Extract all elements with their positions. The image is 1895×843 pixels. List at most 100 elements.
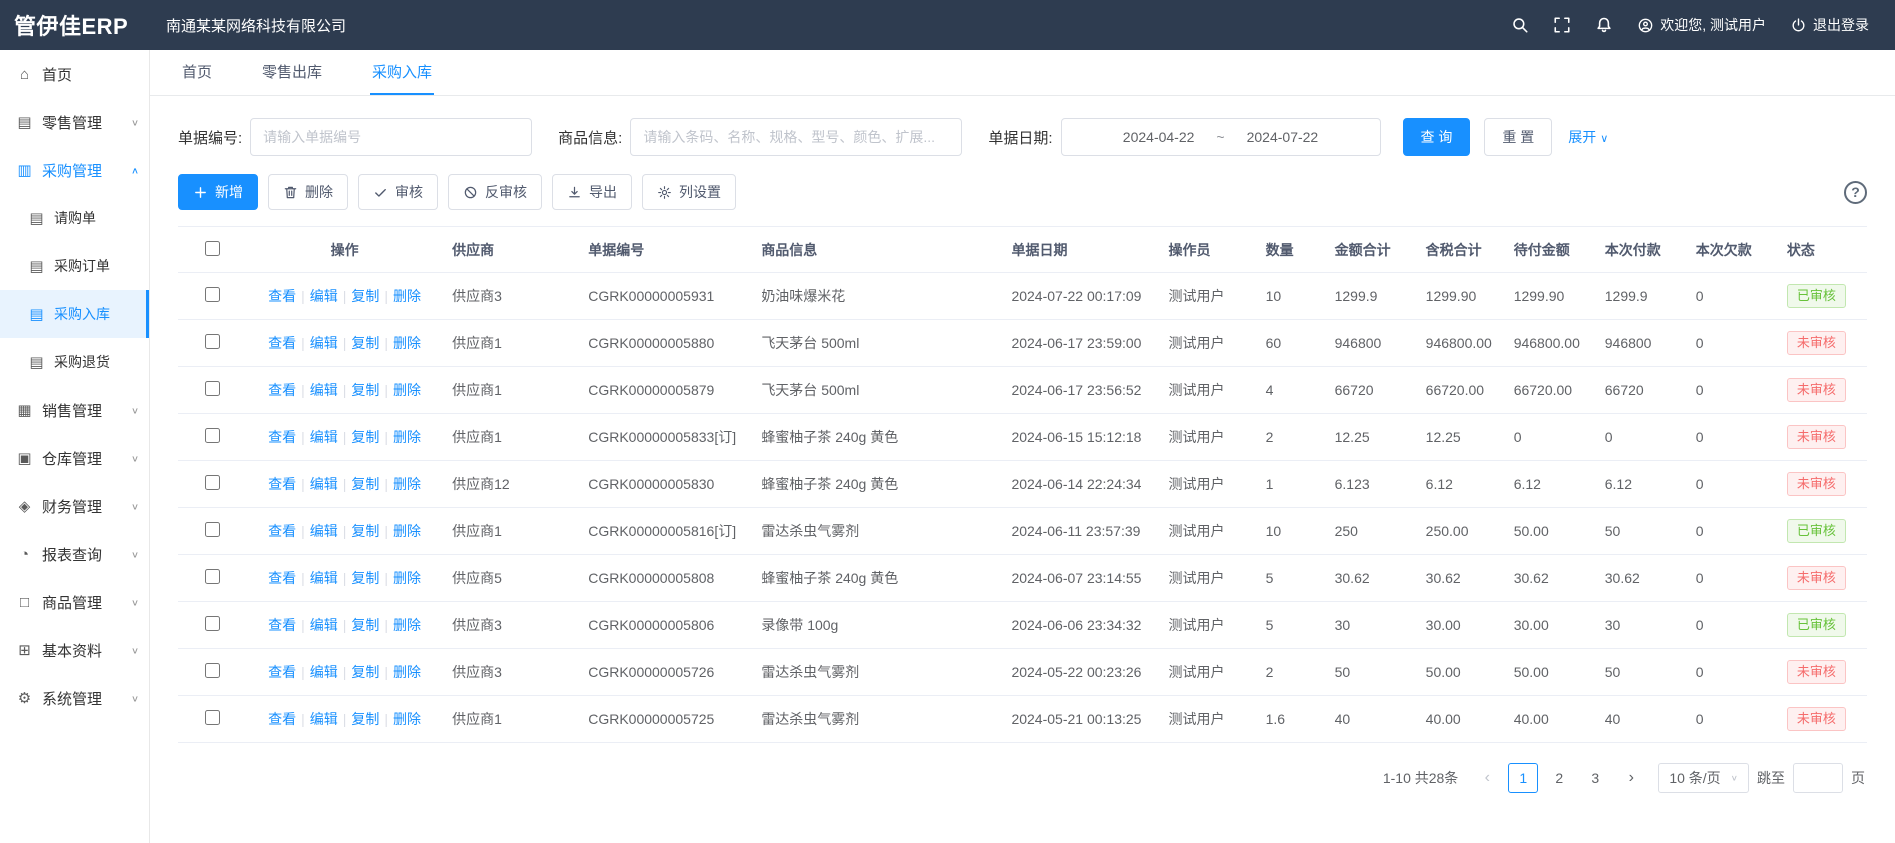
- row-action-复制[interactable]: 复制: [351, 711, 379, 727]
- search-icon[interactable]: [1511, 16, 1529, 34]
- row-action-查看[interactable]: 查看: [268, 523, 296, 539]
- page-size-select[interactable]: 10 条/页 ∨: [1658, 763, 1749, 793]
- next-page-button[interactable]: ›: [1618, 763, 1644, 793]
- row-action-编辑[interactable]: 编辑: [310, 429, 338, 445]
- date-start-value[interactable]: 2024-04-22: [1123, 129, 1195, 145]
- row-checkbox[interactable]: [205, 381, 220, 396]
- row-action-删除[interactable]: 删除: [393, 476, 421, 492]
- row-action-复制[interactable]: 复制: [351, 523, 379, 539]
- audit-button[interactable]: 审核: [358, 174, 438, 210]
- sidebar-item-基本资料[interactable]: ⊞基本资料∨: [0, 626, 149, 674]
- row-action-编辑[interactable]: 编辑: [310, 664, 338, 680]
- row-action-编辑[interactable]: 编辑: [310, 382, 338, 398]
- row-action-编辑[interactable]: 编辑: [310, 711, 338, 727]
- row-checkbox[interactable]: [205, 522, 220, 537]
- row-action-查看[interactable]: 查看: [268, 570, 296, 586]
- date-range-picker[interactable]: 2024-04-22 ~ 2024-07-22: [1061, 118, 1381, 156]
- sidebar-item-仓库管理[interactable]: ▣仓库管理∨: [0, 434, 149, 482]
- delete-label: 删除: [305, 182, 333, 202]
- sidebar-item-零售管理[interactable]: ▤零售管理∨: [0, 98, 149, 146]
- row-action-复制[interactable]: 复制: [351, 570, 379, 586]
- column-settings-button[interactable]: 列设置: [642, 174, 736, 210]
- sidebar-subitem-采购入库[interactable]: ▤采购入库: [0, 290, 149, 338]
- row-action-编辑[interactable]: 编辑: [310, 523, 338, 539]
- row-checkbox[interactable]: [205, 663, 220, 678]
- help-icon[interactable]: ?: [1844, 181, 1867, 204]
- row-action-删除[interactable]: 删除: [393, 288, 421, 304]
- row-action-查看[interactable]: 查看: [268, 664, 296, 680]
- sidebar-item-销售管理[interactable]: ▦销售管理∨: [0, 386, 149, 434]
- row-action-删除[interactable]: 删除: [393, 382, 421, 398]
- page-button-1[interactable]: 1: [1508, 763, 1538, 793]
- column-header-本次欠款: 本次欠款: [1686, 227, 1777, 273]
- row-action-复制[interactable]: 复制: [351, 382, 379, 398]
- page-button-3[interactable]: 3: [1580, 763, 1610, 793]
- logout-button[interactable]: 退出登录: [1790, 15, 1869, 35]
- unaudit-button[interactable]: 反审核: [448, 174, 542, 210]
- row-action-复制[interactable]: 复制: [351, 335, 379, 351]
- welcome-user[interactable]: 欢迎您, 测试用户: [1637, 15, 1766, 35]
- row-checkbox[interactable]: [205, 428, 220, 443]
- fullscreen-icon[interactable]: [1553, 16, 1571, 34]
- prev-page-button[interactable]: ‹: [1474, 763, 1500, 793]
- export-button[interactable]: 导出: [552, 174, 632, 210]
- cell-goods: 飞天茅台 500ml: [751, 367, 1001, 414]
- row-action-复制[interactable]: 复制: [351, 617, 379, 633]
- sidebar-item-采购管理[interactable]: ▥采购管理∧: [0, 146, 149, 194]
- row-checkbox[interactable]: [205, 475, 220, 490]
- row-checkbox[interactable]: [205, 710, 220, 725]
- row-action-复制[interactable]: 复制: [351, 429, 379, 445]
- row-action-编辑[interactable]: 编辑: [310, 288, 338, 304]
- bell-icon[interactable]: [1595, 16, 1613, 34]
- row-action-删除[interactable]: 删除: [393, 429, 421, 445]
- tab-采购入库[interactable]: 采购入库: [370, 50, 434, 95]
- sidebar-item-报表查询[interactable]: ◔报表查询∨: [0, 530, 149, 578]
- row-action-删除[interactable]: 删除: [393, 335, 421, 351]
- column-header-操作员: 操作员: [1159, 227, 1256, 273]
- reset-button[interactable]: 重 置: [1484, 118, 1552, 156]
- delete-button[interactable]: 删除: [268, 174, 348, 210]
- row-checkbox[interactable]: [205, 334, 220, 349]
- page-button-2[interactable]: 2: [1544, 763, 1574, 793]
- row-action-复制[interactable]: 复制: [351, 476, 379, 492]
- cell-bill_no: CGRK00000005808: [578, 555, 751, 602]
- bill-no-input[interactable]: [250, 118, 532, 156]
- jump-input[interactable]: [1793, 763, 1843, 793]
- row-action-查看[interactable]: 查看: [268, 429, 296, 445]
- row-checkbox[interactable]: [205, 287, 220, 302]
- date-end-value[interactable]: 2024-07-22: [1247, 129, 1319, 145]
- expand-link[interactable]: 展开 ∨: [1568, 127, 1608, 147]
- row-action-查看[interactable]: 查看: [268, 382, 296, 398]
- row-action-删除[interactable]: 删除: [393, 617, 421, 633]
- sidebar-subitem-请购单[interactable]: ▤请购单: [0, 194, 149, 242]
- row-action-编辑[interactable]: 编辑: [310, 335, 338, 351]
- row-action-编辑[interactable]: 编辑: [310, 570, 338, 586]
- row-action-编辑[interactable]: 编辑: [310, 617, 338, 633]
- tab-首页[interactable]: 首页: [180, 50, 214, 95]
- sidebar-item-系统管理[interactable]: ⚙系统管理∨: [0, 674, 149, 722]
- sidebar-subitem-采购订单[interactable]: ▤采购订单: [0, 242, 149, 290]
- search-button[interactable]: 查 询: [1403, 118, 1471, 156]
- sidebar-subitem-采购退货[interactable]: ▤采购退货: [0, 338, 149, 386]
- goods-input[interactable]: [630, 118, 962, 156]
- row-action-删除[interactable]: 删除: [393, 570, 421, 586]
- row-action-删除[interactable]: 删除: [393, 664, 421, 680]
- row-action-查看[interactable]: 查看: [268, 335, 296, 351]
- sidebar-item-商品管理[interactable]: □商品管理∨: [0, 578, 149, 626]
- sidebar-item-财务管理[interactable]: ◈财务管理∨: [0, 482, 149, 530]
- row-action-删除[interactable]: 删除: [393, 523, 421, 539]
- row-action-复制[interactable]: 复制: [351, 288, 379, 304]
- row-action-删除[interactable]: 删除: [393, 711, 421, 727]
- tab-零售出库[interactable]: 零售出库: [260, 50, 324, 95]
- row-checkbox[interactable]: [205, 569, 220, 584]
- row-action-查看[interactable]: 查看: [268, 476, 296, 492]
- select-all-checkbox[interactable]: [205, 241, 220, 256]
- row-action-查看[interactable]: 查看: [268, 288, 296, 304]
- row-checkbox[interactable]: [205, 616, 220, 631]
- row-action-查看[interactable]: 查看: [268, 711, 296, 727]
- row-action-编辑[interactable]: 编辑: [310, 476, 338, 492]
- row-action-复制[interactable]: 复制: [351, 664, 379, 680]
- row-action-查看[interactable]: 查看: [268, 617, 296, 633]
- add-button[interactable]: 新增: [178, 174, 258, 210]
- sidebar-item-首页[interactable]: ⌂首页: [0, 50, 149, 98]
